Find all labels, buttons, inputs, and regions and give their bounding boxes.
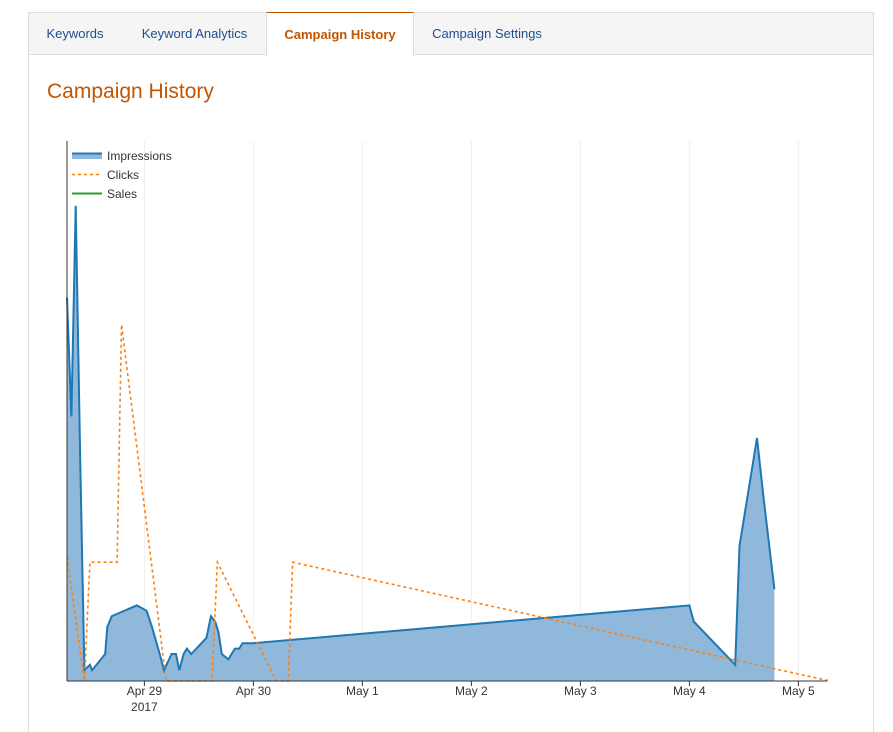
x-tick-year-label: 2017 — [131, 700, 158, 714]
legend-label-clicks[interactable]: Clicks — [107, 168, 139, 182]
impressions-line — [66, 205, 776, 674]
x-tick-label: May 2 — [455, 684, 488, 698]
x-tick-label: May 3 — [564, 684, 597, 698]
impressions-area — [67, 205, 775, 682]
x-tick-label: May 5 — [782, 684, 815, 698]
legend-label-sales[interactable]: Sales — [107, 187, 137, 201]
x-tick-label: May 4 — [673, 684, 706, 698]
campaign-history-chart: Apr 29 2017 Apr 30 May 1 May 2 May 3 May 4 May … — [66, 141, 831, 714]
x-axis-ticks: Apr 29 2017 Apr 30 May 1 May 2 May 3 May 4 May … — [127, 681, 815, 714]
chart-legend: Impressions Clicks Sales — [72, 149, 172, 201]
x-tick-label: Apr 30 — [236, 684, 272, 698]
legend-label-impressions[interactable]: Impressions — [107, 149, 172, 163]
x-tick-label: May 1 — [346, 684, 379, 698]
x-tick-label: Apr 29 — [127, 684, 163, 698]
grid-lines — [143, 141, 799, 681]
